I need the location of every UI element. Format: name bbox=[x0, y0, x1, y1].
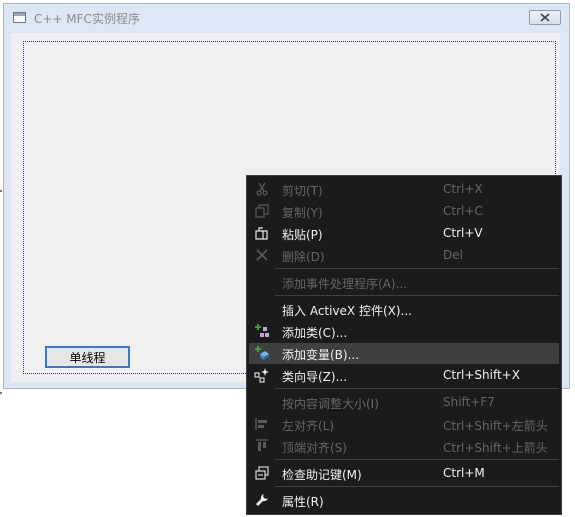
menu-item-copy[interactable]: 复制(Y) Ctrl+C bbox=[249, 201, 559, 222]
menu-item-label: 复制(Y) bbox=[282, 206, 323, 220]
menu-item-label: 添加类(C)... bbox=[282, 326, 348, 340]
single-thread-button[interactable]: 单线程 bbox=[45, 346, 130, 368]
edge-mark bbox=[0, 190, 2, 192]
menu-item-add-class[interactable]: 添加类(C)... bbox=[249, 321, 559, 342]
menu-item-size-to-content[interactable]: 按内容调整大小(I) Shift+F7 bbox=[249, 392, 559, 413]
menu-item-align-top[interactable]: 顶端对齐(S) Ctrl+Shift+上箭头 bbox=[249, 436, 559, 457]
menu-item-shortcut: Ctrl+Shift+上箭头 bbox=[443, 441, 548, 455]
align-top-icon bbox=[254, 438, 270, 454]
scissors-icon bbox=[254, 181, 270, 197]
check-mnemonics-icon bbox=[254, 465, 270, 481]
menu-separator bbox=[275, 486, 559, 487]
menu-item-properties[interactable]: 属性(R) bbox=[249, 490, 559, 511]
menu-item-paste[interactable]: 粘贴(P) Ctrl+V bbox=[249, 223, 559, 244]
menu-item-label: 检查助记键(M) bbox=[282, 468, 362, 482]
menu-item-shortcut: Ctrl+X bbox=[443, 182, 483, 196]
menu-item-class-wizard[interactable]: 类向导(Z)... Ctrl+Shift+X bbox=[249, 365, 559, 386]
align-left-icon bbox=[254, 416, 270, 432]
menu-item-shortcut: Ctrl+M bbox=[443, 466, 485, 480]
window-icon bbox=[13, 12, 26, 23]
menu-item-label: 粘贴(P) bbox=[282, 228, 323, 242]
class-wizard-icon bbox=[254, 367, 270, 383]
menu-item-check-mnemonics[interactable]: 检查助记键(M) Ctrl+M bbox=[249, 463, 559, 484]
menu-item-shortcut: Ctrl+V bbox=[443, 226, 483, 240]
menu-item-shortcut: Del bbox=[443, 248, 463, 262]
menu-item-label: 左对齐(L) bbox=[282, 419, 335, 433]
menu-item-cut[interactable]: 剪切(T) Ctrl+X bbox=[249, 179, 559, 200]
menu-item-label: 类向导(Z)... bbox=[282, 370, 348, 384]
menu-item-label: 顶端对齐(S) bbox=[282, 441, 347, 455]
menu-item-label: 添加事件处理程序(A)... bbox=[282, 277, 408, 291]
close-icon bbox=[540, 13, 550, 22]
wrench-icon bbox=[254, 492, 270, 508]
menu-item-label: 删除(D) bbox=[282, 250, 325, 264]
menu-item-add-event-handler[interactable]: 添加事件处理程序(A)... bbox=[249, 272, 559, 293]
menu-item-delete[interactable]: 删除(D) Del bbox=[249, 245, 559, 266]
menu-item-label: 添加变量(B)... bbox=[282, 348, 360, 362]
context-menu: 剪切(T) Ctrl+X 复制(Y) Ctrl+C 粘贴(P) Ctrl+V 删… bbox=[246, 175, 562, 515]
menu-separator bbox=[275, 459, 559, 460]
menu-item-shortcut: Ctrl+Shift+左箭头 bbox=[443, 419, 548, 433]
menu-item-align-left[interactable]: 左对齐(L) Ctrl+Shift+左箭头 bbox=[249, 414, 559, 435]
menu-separator bbox=[275, 388, 559, 389]
window-title: C++ MFC实例程序 bbox=[34, 12, 140, 26]
title-bar[interactable]: C++ MFC实例程序 bbox=[4, 4, 569, 32]
menu-separator bbox=[275, 295, 559, 296]
add-variable-icon bbox=[254, 345, 270, 361]
menu-item-insert-activex[interactable]: 插入 ActiveX 控件(X)... bbox=[249, 299, 559, 320]
menu-item-label: 属性(R) bbox=[282, 495, 324, 509]
menu-item-add-variable[interactable]: 添加变量(B)... bbox=[249, 343, 559, 364]
paste-icon bbox=[254, 225, 270, 241]
delete-icon bbox=[254, 247, 270, 263]
add-class-icon bbox=[254, 323, 270, 339]
menu-item-shortcut: Ctrl+C bbox=[443, 204, 483, 218]
close-button[interactable] bbox=[529, 10, 561, 25]
menu-item-label: 按内容调整大小(I) bbox=[282, 397, 379, 411]
menu-item-shortcut: Shift+F7 bbox=[443, 395, 495, 409]
menu-item-label: 插入 ActiveX 控件(X)... bbox=[282, 304, 412, 318]
copy-icon bbox=[254, 203, 270, 219]
menu-separator bbox=[275, 268, 559, 269]
edge-mark bbox=[0, 392, 2, 394]
menu-item-shortcut: Ctrl+Shift+X bbox=[443, 368, 520, 382]
menu-item-label: 剪切(T) bbox=[282, 184, 323, 198]
